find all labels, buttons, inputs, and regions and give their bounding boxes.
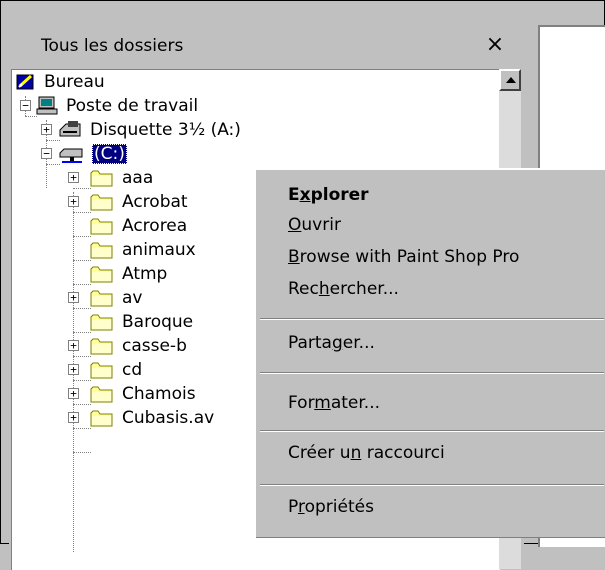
folder-icon bbox=[90, 194, 113, 211]
pane-header: Tous les dossiers × bbox=[9, 25, 524, 65]
folder-icon bbox=[90, 242, 113, 259]
tree-item-drive-c[interactable]: (C:) bbox=[58, 142, 127, 166]
tree-label: Atmp bbox=[122, 264, 168, 284]
menu-separator bbox=[260, 318, 604, 320]
scroll-up-arrow-icon[interactable] bbox=[499, 69, 521, 91]
expand-icon[interactable]: + bbox=[68, 172, 79, 183]
tree-label: Disquette 3½ (A:) bbox=[90, 120, 241, 140]
menu-item-browse-paint-shop-pro[interactable]: Browse with Paint Shop Pro bbox=[256, 242, 605, 272]
window-frame: Tous les dossiers × Bureau − Poste de tr… bbox=[0, 0, 605, 570]
expand-icon[interactable]: + bbox=[68, 196, 79, 207]
tree-label: Chamois bbox=[122, 384, 196, 404]
menu-item-explorer[interactable]: Explorer bbox=[256, 180, 605, 210]
context-menu: Explorer Ouvrir Browse with Paint Shop P… bbox=[254, 168, 605, 538]
folder-icon bbox=[90, 170, 113, 187]
tree-label: cd bbox=[122, 360, 143, 380]
expand-icon[interactable]: + bbox=[68, 292, 79, 303]
tree-item-folder[interactable]: Baroque bbox=[90, 310, 195, 334]
tree-label: Poste de travail bbox=[66, 96, 199, 116]
menu-item-format[interactable]: Formater... bbox=[256, 388, 605, 418]
folder-icon bbox=[90, 218, 113, 235]
folder-icon bbox=[90, 410, 113, 427]
tree-item-folder[interactable]: cd bbox=[90, 358, 144, 382]
tree-item-folder[interactable]: Acrobat bbox=[90, 190, 190, 214]
folder-icon bbox=[90, 338, 113, 355]
collapse-icon[interactable]: − bbox=[20, 100, 31, 111]
expand-icon[interactable]: + bbox=[68, 340, 79, 351]
tree-item-folder[interactable]: Atmp bbox=[90, 262, 169, 286]
tree-label: Baroque bbox=[122, 312, 194, 332]
tree-item-folder[interactable]: Acrorea bbox=[90, 214, 189, 238]
folder-icon bbox=[90, 314, 113, 331]
tree-item-folder[interactable]: aaa bbox=[90, 166, 155, 190]
computer-icon bbox=[36, 96, 58, 115]
expand-icon[interactable]: + bbox=[68, 364, 79, 375]
tree-item-folder[interactable]: Cubasis.av bbox=[90, 406, 216, 430]
tree-item-folder[interactable]: casse-b bbox=[90, 334, 189, 358]
tree-label: animaux bbox=[122, 240, 196, 260]
floppy-drive-icon bbox=[59, 121, 81, 137]
tree-label-selected: (C:) bbox=[92, 144, 127, 164]
menu-item-properties[interactable]: Propriétés bbox=[256, 492, 605, 522]
tree-item-my-computer[interactable]: Poste de travail bbox=[36, 94, 200, 118]
pane-title: Tous les dossiers bbox=[41, 36, 184, 56]
folder-icon bbox=[90, 386, 113, 403]
menu-separator bbox=[260, 484, 604, 486]
folder-icon bbox=[90, 266, 113, 283]
expand-icon[interactable]: + bbox=[68, 388, 79, 399]
menu-separator bbox=[260, 430, 604, 432]
tree-label: Acrobat bbox=[122, 192, 188, 212]
desktop-icon bbox=[16, 74, 34, 90]
menu-item-search[interactable]: Rechercher... bbox=[256, 274, 605, 304]
tree-label: aaa bbox=[122, 168, 154, 188]
expand-icon[interactable]: + bbox=[68, 412, 79, 423]
tree-item-folder[interactable]: animaux bbox=[90, 238, 198, 262]
network-drive-icon bbox=[59, 148, 83, 163]
tree-label: av bbox=[122, 288, 143, 308]
tree-item-desktop[interactable]: Bureau bbox=[16, 70, 107, 94]
menu-separator bbox=[260, 372, 604, 374]
close-icon[interactable]: × bbox=[481, 31, 509, 59]
tree-label: Acrorea bbox=[122, 216, 188, 236]
tree-label: Cubasis.av bbox=[122, 408, 215, 428]
menu-item-open[interactable]: Ouvrir bbox=[256, 210, 605, 240]
tree-label: casse-b bbox=[122, 336, 187, 356]
collapse-icon[interactable]: − bbox=[41, 148, 52, 159]
tree-item-folder[interactable]: av bbox=[90, 286, 144, 310]
tree-item-folder[interactable]: Chamois bbox=[90, 382, 198, 406]
expand-icon[interactable]: + bbox=[41, 124, 52, 135]
menu-item-share[interactable]: Partager... bbox=[256, 328, 605, 358]
menu-item-create-shortcut[interactable]: Créer un raccourci bbox=[256, 438, 605, 468]
tree-item-floppy[interactable]: Disquette 3½ (A:) bbox=[58, 118, 243, 142]
folder-icon bbox=[90, 362, 113, 379]
tree-label: Bureau bbox=[44, 72, 105, 92]
folder-icon bbox=[90, 290, 113, 307]
